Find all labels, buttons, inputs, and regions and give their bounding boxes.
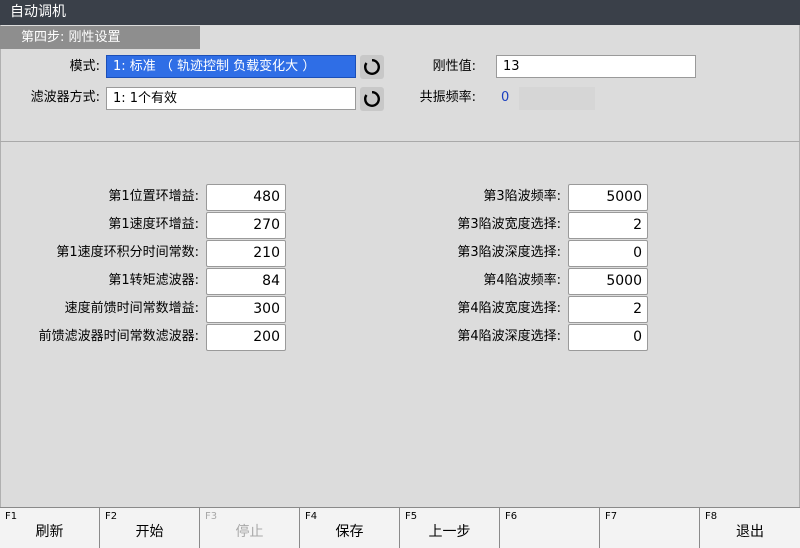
fkey-label: 停止 xyxy=(235,524,264,540)
stiffness-input[interactable]: 13 xyxy=(496,55,696,78)
param-label: 第4陷波频率: xyxy=(483,273,561,288)
fkey-label: 刷新 xyxy=(35,524,64,540)
refresh-icon xyxy=(363,58,381,76)
f8-exit-button[interactable]: F8 退出 xyxy=(700,508,800,548)
filter-mode-label: 滤波器方式: xyxy=(30,90,100,105)
resonance-readout-bg xyxy=(519,87,595,110)
fkey-label: 退出 xyxy=(736,524,764,540)
function-key-bar: F1 刷新 F2 开始 F3 停止 F4 保存 F5 上一步 F6 F7 F8 … xyxy=(0,507,800,548)
param-label: 第4陷波深度选择: xyxy=(457,329,561,344)
feedforward-gain-input[interactable]: 300 xyxy=(206,296,286,323)
feedforward-filter-input[interactable]: 200 xyxy=(206,324,286,351)
param-label: 速度前馈时间常数增益: xyxy=(64,301,199,316)
param-label: 第1速度环增益: xyxy=(108,217,199,232)
filter-refresh-button[interactable] xyxy=(360,87,384,111)
resonance-label: 共振频率: xyxy=(419,90,476,105)
param-label: 第1转矩滤波器: xyxy=(108,273,199,288)
f6-button[interactable]: F6 xyxy=(500,508,600,548)
mode-label: 模式: xyxy=(69,59,100,74)
param-label: 第3陷波频率: xyxy=(483,189,561,204)
position-gain-input[interactable]: 480 xyxy=(206,184,286,211)
f1-refresh-button[interactable]: F1 刷新 xyxy=(0,508,100,548)
mode-select[interactable]: 1: 标准 （ 轨迹控制 负载变化大 ） xyxy=(106,55,356,78)
param-label: 第1速度环积分时间常数: xyxy=(56,245,199,260)
fkey-label: 开始 xyxy=(135,524,164,540)
notch4-freq-input[interactable]: 5000 xyxy=(568,268,648,295)
f5-previous-step-button[interactable]: F5 上一步 xyxy=(400,508,500,548)
param-label: 第3陷波宽度选择: xyxy=(457,217,561,232)
notch3-depth-input[interactable]: 0 xyxy=(568,240,648,267)
section-divider xyxy=(0,141,800,142)
notch4-width-input[interactable]: 2 xyxy=(568,296,648,323)
window-title: 自动调机 xyxy=(0,0,800,25)
fkey-code: F7 xyxy=(605,511,618,522)
fkey-label: 上一步 xyxy=(428,524,471,540)
notch3-freq-input[interactable]: 5000 xyxy=(568,184,648,211)
notch4-depth-input[interactable]: 0 xyxy=(568,324,648,351)
notch3-width-input[interactable]: 2 xyxy=(568,212,648,239)
f4-save-button[interactable]: F4 保存 xyxy=(300,508,400,548)
stiffness-label: 刚性值: xyxy=(432,59,476,74)
resonance-value: 0 xyxy=(501,90,510,105)
param-label: 第1位置环增益: xyxy=(108,189,199,204)
filter-mode-select[interactable]: 1: 1个有效 xyxy=(106,87,356,110)
refresh-icon xyxy=(363,90,381,108)
param-label: 前馈滤波器时间常数滤波器: xyxy=(38,329,199,344)
f3-stop-button[interactable]: F3 停止 xyxy=(200,508,300,548)
f2-start-button[interactable]: F2 开始 xyxy=(100,508,200,548)
param-label: 第4陷波宽度选择: xyxy=(457,301,561,316)
fkey-label: 保存 xyxy=(335,524,364,540)
speed-gain-input[interactable]: 270 xyxy=(206,212,286,239)
fkey-code: F6 xyxy=(505,511,518,522)
step-title: 第四步: 刚性设置 xyxy=(0,26,200,49)
param-label: 第3陷波深度选择: xyxy=(457,245,561,260)
mode-refresh-button[interactable] xyxy=(360,55,384,79)
torque-filter-input[interactable]: 84 xyxy=(206,268,286,295)
speed-integral-input[interactable]: 210 xyxy=(206,240,286,267)
f7-button[interactable]: F7 xyxy=(600,508,700,548)
